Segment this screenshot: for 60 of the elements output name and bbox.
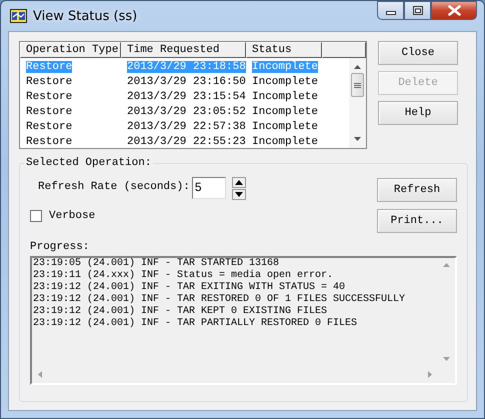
column-header[interactable]: Time Requested xyxy=(121,42,246,58)
column-header[interactable]: Status xyxy=(246,42,322,58)
column-header[interactable]: Operation Type xyxy=(20,42,121,58)
table-cell: 2013/3/29 23:18:58 xyxy=(127,61,246,73)
maximize-icon xyxy=(412,6,422,15)
scroll-down-icon xyxy=(443,357,450,361)
scrollbar-thumb[interactable] xyxy=(351,73,364,97)
table-cell: Restore xyxy=(26,91,72,103)
window-title: View Status (ss) xyxy=(33,8,138,24)
scroll-left-icon xyxy=(38,371,42,378)
log-line: 23:19:12 (24.001) INF - TAR EXITING WITH STATUS = 40 xyxy=(33,282,346,294)
log-line: 23:19:12 (24.001) INF - TAR RESTORED 0 OF 1 FILES SUCCESSFULLY xyxy=(33,294,406,306)
table-cell: 2013/3/29 23:15:54 xyxy=(127,91,246,103)
log-line: 23:19:11 (24.xxx) INF - Status = media open error. xyxy=(33,270,334,282)
table-cell: Restore xyxy=(26,136,72,148)
verbose-label: Verbose xyxy=(49,210,96,222)
table-cell: 2013/3/29 23:16:50 xyxy=(127,76,246,88)
verbose-checkbox[interactable] xyxy=(30,210,42,222)
log-line: 23:19:12 (24.001) INF - TAR PARTIALLY RESTORED 0 FILES xyxy=(33,318,358,330)
dialog-button[interactable]: Refresh xyxy=(377,178,457,202)
table-cell: Incomplete xyxy=(252,106,318,118)
close-icon xyxy=(448,5,460,16)
table-cell: Incomplete xyxy=(252,76,318,88)
minimize-button[interactable] xyxy=(377,1,404,20)
table-cell: Incomplete xyxy=(252,61,318,73)
table-cell: 2013/3/29 22:57:38 xyxy=(127,121,246,133)
spin-down-icon[interactable] xyxy=(232,189,246,200)
table-cell: Incomplete xyxy=(252,91,318,103)
app-icon xyxy=(10,8,27,24)
list-row[interactable]: Restore 2013/3/29 22:55:23 Incomplete xyxy=(20,135,349,150)
table-cell: Restore xyxy=(26,106,72,118)
table-cell: Restore xyxy=(26,61,72,73)
table-cell: Restore xyxy=(26,76,72,88)
dialog-button[interactable]: Help xyxy=(378,101,458,125)
list-row[interactable]: Restore 2013/3/29 23:15:54 Incomplete xyxy=(20,90,349,105)
table-cell: Incomplete xyxy=(252,121,318,133)
dialog-button[interactable]: Close xyxy=(378,41,458,65)
log-line: 23:19:12 (24.001) INF - TAR KEPT 0 EXISTING FILES xyxy=(33,306,328,318)
refresh-rate-label: Refresh Rate (seconds): xyxy=(38,180,190,193)
list-row[interactable]: Restore 2013/3/29 23:05:52 Incomplete xyxy=(20,105,349,120)
dialog-button[interactable]: Print... xyxy=(377,209,457,233)
table-cell: 2013/3/29 23:05:52 xyxy=(127,106,246,118)
grip-icon xyxy=(354,82,361,88)
scroll-up-icon xyxy=(354,65,361,69)
table-cell: Incomplete xyxy=(252,136,318,148)
list-row[interactable]: Restore 2013/3/29 22:57:38 Incomplete xyxy=(20,120,349,135)
table-cell: 2013/3/29 22:55:23 xyxy=(127,136,246,148)
table-cell: Restore xyxy=(26,121,72,133)
scroll-right-icon xyxy=(428,371,432,378)
log-line: 23:19:05 (24.001) INF - TAR STARTED 13168 xyxy=(33,258,280,270)
refresh-rate-field[interactable]: 5 xyxy=(192,177,226,199)
spin-up-icon[interactable] xyxy=(232,177,246,188)
close-button[interactable] xyxy=(431,1,477,20)
scroll-down-icon xyxy=(354,137,361,141)
maximize-button[interactable] xyxy=(404,1,431,20)
progress-label: Progress: xyxy=(30,241,90,253)
list-row[interactable]: Restore 2013/3/29 23:16:50 Incomplete xyxy=(20,75,349,90)
group-title: Selected Operation: xyxy=(25,157,152,169)
scroll-up-icon xyxy=(443,263,450,267)
column-header[interactable] xyxy=(322,42,366,58)
